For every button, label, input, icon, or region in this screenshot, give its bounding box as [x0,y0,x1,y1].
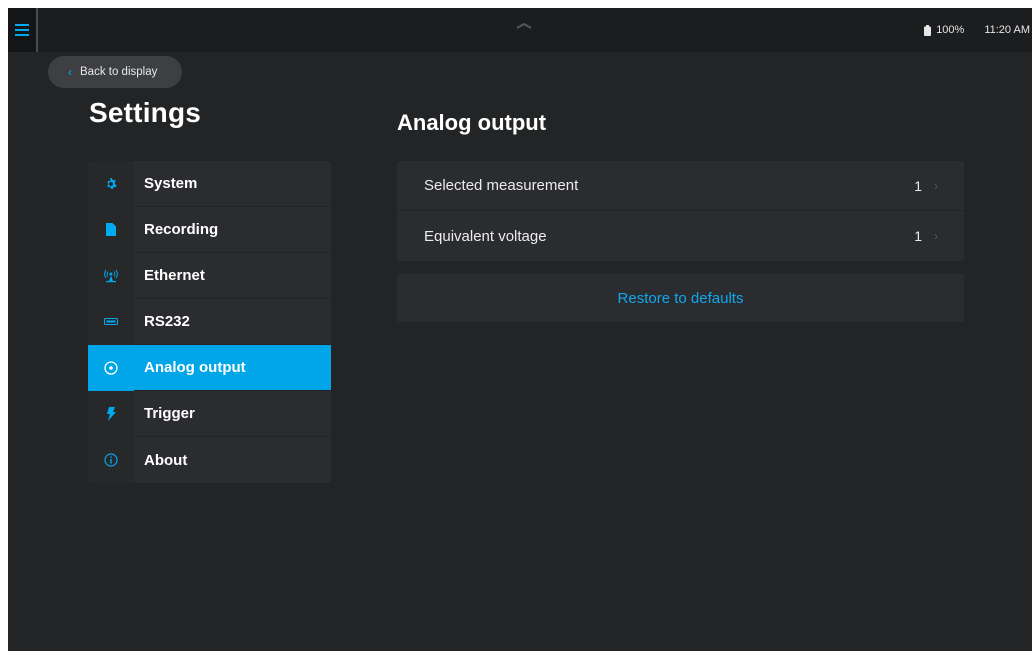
analog-output-settings-card: Selected measurement 1 › Equivalent volt… [397,161,964,261]
info-icon [88,437,134,483]
chevron-right-icon: › [934,229,938,243]
row-label: Selected measurement [424,177,579,194]
file-icon [88,206,134,253]
status-area: 100% 11:20 AM [924,8,1032,52]
app-frame: 100% 11:20 AM ‹ Back to display Settings… [8,8,1032,651]
sidebar-item-about[interactable]: About [88,437,331,483]
row-value-group: 1 › [914,228,938,244]
section-title: Analog output [397,110,547,135]
equivalent-voltage-row[interactable]: Equivalent voltage 1 › [397,211,964,261]
battery-level: 100% [936,24,965,36]
selected-measurement-row[interactable]: Selected measurement 1 › [397,161,964,211]
chevron-left-icon: ‹ [68,65,72,79]
sidebar-item-ethernet[interactable]: Ethernet [88,252,331,299]
clock: 11:20 AM [984,24,1030,36]
antenna-icon [88,252,134,299]
row-label: Equivalent voltage [424,227,547,245]
sidebar-item-analog-output[interactable]: Analog output [88,344,331,391]
row-value: 1 [914,228,922,244]
page-title: Settings [89,97,202,128]
chevron-right-icon: › [934,178,938,193]
back-button-label: Back to display [80,66,158,78]
restore-defaults-button[interactable]: Restore to defaults [397,274,964,322]
sidebar-item-label: Recording [144,221,219,238]
hamburger-menu-icon[interactable] [8,8,38,52]
target-circle-icon [88,344,134,391]
lightning-icon [88,390,134,437]
sidebar-item-trigger[interactable]: Trigger [88,390,331,437]
sidebar-item-label: Trigger [144,405,195,422]
top-bar: 100% 11:20 AM [8,8,1032,52]
settings-sidebar: System Recording Ethernet RS232 Analog o… [88,161,331,483]
sidebar-item-recording[interactable]: Recording [88,206,331,253]
chevron-up-icon[interactable] [516,22,532,30]
gear-icon [88,161,134,207]
back-to-display-button[interactable]: ‹ Back to display [48,56,182,88]
row-value: 1 [914,177,922,194]
battery-icon [924,24,932,36]
sidebar-item-label: About [144,451,188,469]
sidebar-item-label: Analog output [144,359,246,376]
serial-port-icon [88,298,134,345]
sidebar-item-label: System [144,175,198,192]
row-value-group: 1 › [914,178,938,194]
sidebar-item-label: Ethernet [144,267,205,284]
sidebar-item-system[interactable]: System [88,161,331,207]
sidebar-item-rs232[interactable]: RS232 [88,298,331,345]
sidebar-item-label: RS232 [144,313,190,330]
